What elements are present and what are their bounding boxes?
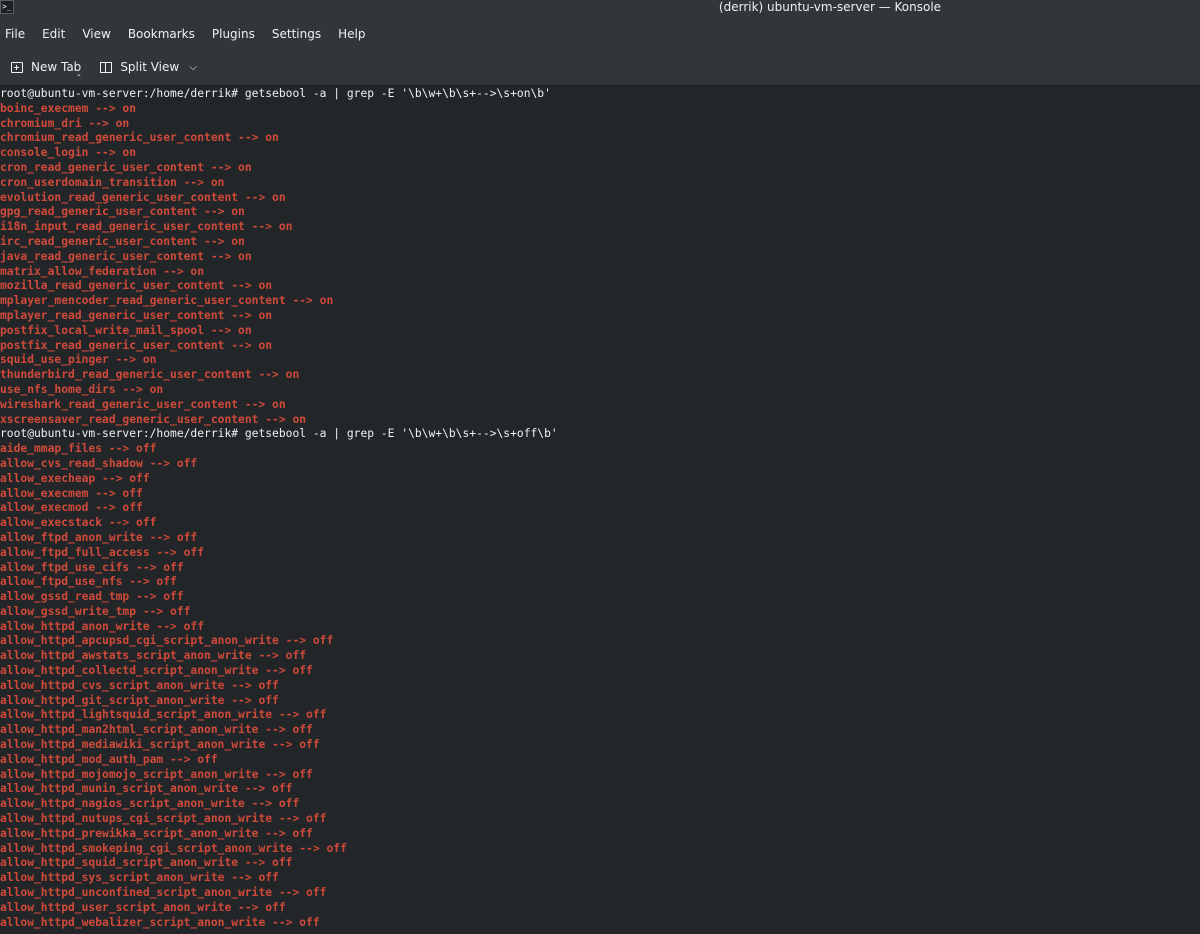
divider (0, 85, 1200, 86)
terminal-output-line: allow_execstack --> off (0, 516, 157, 530)
terminal-output-line: allow_httpd_nagios_script_anon_write -->… (0, 797, 300, 811)
terminal-output-line: allow_httpd_apcupsd_cgi_script_anon_writ… (0, 634, 334, 648)
terminal-output-line: console_login --> on (0, 146, 137, 160)
menu-plugins[interactable]: Plugins (212, 27, 263, 41)
terminal-output-line: gpg_read_generic_user_content --> on (0, 205, 245, 219)
terminal-output-line: allow_ftpd_anon_write --> off (0, 530, 198, 544)
terminal-output-line: allow_ftpd_use_nfs --> off (0, 575, 177, 589)
terminal-output-line: allow_ftpd_use_cifs --> off (0, 560, 184, 574)
terminal-output-line: allow_httpd_user_script_anon_write --> o… (0, 900, 286, 914)
split-view-button[interactable]: Split View ⌵ (100, 55, 197, 79)
terminal-output-line: cron_read_generic_user_content --> on (0, 160, 252, 174)
menu-settings[interactable]: Settings (272, 27, 329, 41)
terminal-output-line: allow_gssd_write_tmp --> off (0, 604, 191, 618)
terminal-output-line: postfix_local_write_mail_spool --> on (0, 323, 252, 337)
split-view-icon (100, 61, 113, 73)
terminal-output-line: mozilla_read_generic_user_content --> on (0, 279, 273, 293)
terminal-output-line: allow_httpd_anon_write --> off (0, 619, 205, 633)
terminal-output-line: irc_read_generic_user_content --> on (0, 234, 245, 248)
terminal-output-line: allow_httpd_nutups_cgi_script_anon_write… (0, 812, 327, 826)
menu-bookmarks[interactable]: Bookmarks (128, 27, 203, 41)
chevron-down-icon[interactable]: ⌵ (189, 62, 197, 73)
window-title: (derrik) ubuntu-vm-server — Konsole (718, 0, 942, 14)
new-tab-label: New Tab (31, 60, 82, 74)
terminal-output-line: allow_gssd_read_tmp --> off (0, 590, 184, 604)
terminal-output-line: postfix_read_generic_user_content --> on (0, 338, 273, 352)
terminal-output-line: mplayer_read_generic_user_content --> on (0, 308, 273, 322)
menu-edit[interactable]: Edit (42, 27, 73, 41)
terminal-prompt-line: root@ubuntu-vm-server:/home/derrik# gets… (0, 427, 558, 441)
terminal-output-line: boinc_execmem --> on (0, 101, 137, 115)
menu-view[interactable]: View (82, 27, 118, 41)
terminal-output-line: allow_httpd_webalizer_script_anon_write … (0, 915, 320, 929)
terminal-output-line: allow_httpd_sys_script_anon_write --> of… (0, 871, 279, 885)
new-tab-button[interactable]: New Tab (11, 55, 81, 79)
title-bar: >_ (derrik) ubuntu-vm-server — Konsole (0, 0, 1200, 16)
menu-bar: File Edit View Bookmarks Plugins Setting… (0, 23, 1200, 45)
terminal-output-line: squid_use_pinger --> on (0, 353, 157, 367)
split-view-label: Split View (120, 60, 180, 74)
menu-help[interactable]: Help (338, 27, 373, 41)
terminal-output-line: wireshark_read_generic_user_content --> … (0, 397, 286, 411)
terminal-output-line: allow_execheap --> off (0, 471, 150, 485)
terminal-output-line: evolution_read_generic_user_content --> … (0, 190, 286, 204)
terminal-output-line: allow_httpd_prewikka_script_anon_write -… (0, 826, 313, 840)
terminal-output-line: i18n_input_read_generic_user_content -->… (0, 220, 293, 234)
terminal-output-line: allow_httpd_cvs_script_anon_write --> of… (0, 678, 279, 692)
terminal-output[interactable]: root@ubuntu-vm-server:/home/derrik# gets… (0, 87, 1200, 934)
terminal-output-line: allow_cvs_read_shadow --> off (0, 456, 198, 470)
terminal-output-line: use_nfs_home_dirs --> on (0, 382, 164, 396)
terminal-output-line: allow_ftpd_full_access --> off (0, 545, 205, 559)
terminal-prompt-line: root@ubuntu-vm-server:/home/derrik# gets… (0, 87, 551, 100)
terminal-output-line: chromium_read_generic_user_content --> o… (0, 131, 279, 145)
terminal-output-line: allow_httpd_munin_script_anon_write --> … (0, 782, 293, 796)
terminal-output-line: allow_httpd_squid_script_anon_write --> … (0, 856, 293, 870)
terminal-output-line: allow_httpd_mod_auth_pam --> off (0, 752, 218, 766)
new-tab-dropdown-icon[interactable]: ⌄ (76, 70, 82, 78)
toolbar: New Tab Split View ⌵ (0, 54, 1200, 80)
terminal-output-line: allow_httpd_collectd_script_anon_write -… (0, 664, 313, 678)
terminal-output-line: allow_httpd_man2html_script_anon_write -… (0, 723, 313, 737)
terminal-output-line: allow_httpd_smokeping_cgi_script_anon_wr… (0, 841, 347, 855)
terminal-output-line: allow_httpd_lightsquid_script_anon_write… (0, 708, 327, 722)
terminal-output-line: allow_execmod --> off (0, 501, 143, 515)
terminal-output-line: allow_httpd_mediawiki_script_anon_write … (0, 738, 320, 752)
terminal-output-line: allow_execmem --> off (0, 486, 143, 500)
terminal-output-line: allow_httpd_awstats_script_anon_write --… (0, 649, 307, 663)
terminal-output-line: aide_mmap_files --> off (0, 442, 157, 456)
terminal-output-line: mplayer_mencoder_read_generic_user_conte… (0, 294, 334, 308)
new-tab-icon (11, 61, 23, 73)
terminal-output-line: java_read_generic_user_content --> on (0, 249, 252, 263)
terminal-output-line: cron_userdomain_transition --> on (0, 175, 225, 189)
terminal-output-line: allow_httpd_mojomojo_script_anon_write -… (0, 767, 313, 781)
terminal-output-line: thunderbird_read_generic_user_content --… (0, 368, 300, 382)
terminal-output-line: chromium_dri --> on (0, 116, 130, 130)
terminal-output-line: allow_httpd_git_script_anon_write --> of… (0, 693, 279, 707)
terminal-output-line: allow_httpd_unconfined_script_anon_write… (0, 886, 327, 900)
menu-file[interactable]: File (5, 27, 33, 41)
terminal-output-line: xscreensaver_read_generic_user_content -… (0, 412, 307, 426)
terminal-output-line: matrix_allow_federation --> on (0, 264, 205, 278)
